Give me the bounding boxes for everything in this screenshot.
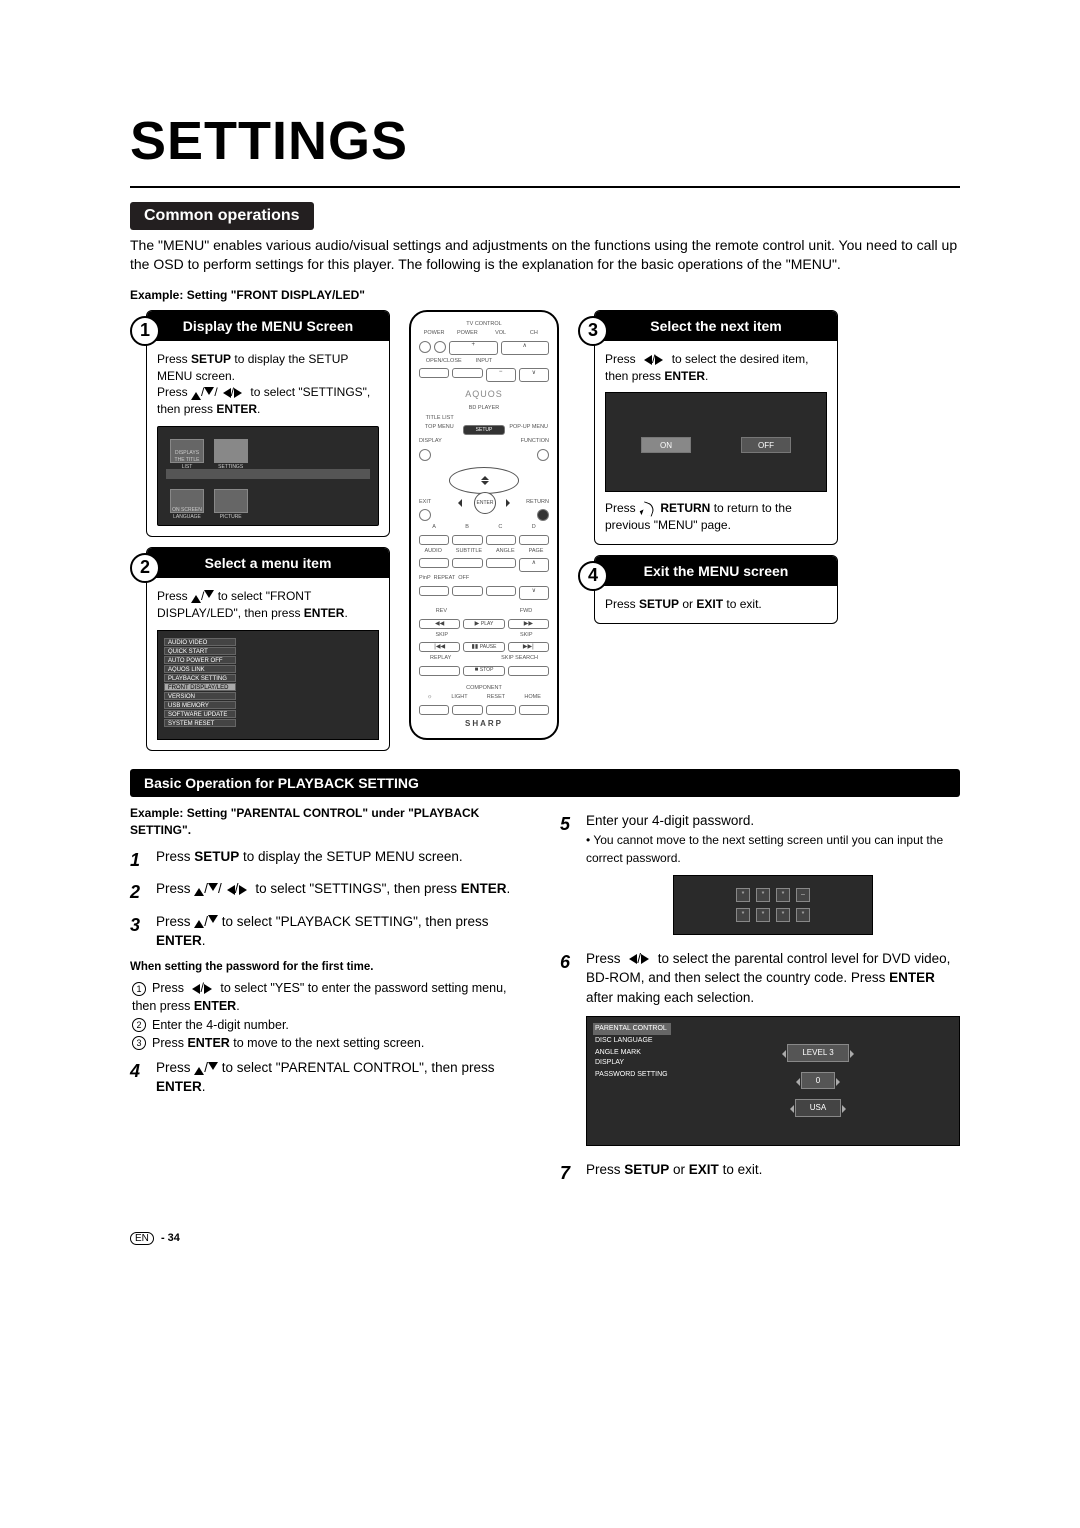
return-icon xyxy=(640,502,655,517)
right-arrow-icon xyxy=(234,388,247,398)
step-3-number: 3 xyxy=(578,316,608,346)
step-4-header: Exit the MENU screen xyxy=(595,556,837,586)
parental-control-screenshot: PARENTAL CONTROLDISC LANGUAGEANGLE MARK … xyxy=(586,1016,960,1146)
enter-button[interactable]: ENTER xyxy=(474,492,496,514)
up-arrow-icon xyxy=(191,590,201,603)
step-2-body: Press / to select "FRONT DISPLAY/LED", t… xyxy=(147,578,389,750)
sharp-logo: SHARP xyxy=(419,719,549,728)
playback-columns: Example: Setting "PARENTAL CONTROL" unde… xyxy=(130,805,960,1192)
common-operations-header: Common operations xyxy=(130,202,314,230)
step-1-header: Display the MENU Screen xyxy=(147,311,389,341)
remote-control-illustration: TV CONTROL POWERPOWERVOLCH +∧ OPEN/CLOSE… xyxy=(409,310,559,740)
steps-layout: 1 Display the MENU Screen Press SETUP to… xyxy=(130,310,960,751)
step-1-number: 1 xyxy=(130,316,160,346)
step-2-screenshot: AUDIO VIDEO SETTINGSQUICK STARTAUTO POWE… xyxy=(157,630,379,740)
step-3-header: Select the next item xyxy=(595,311,837,341)
intro-text: The "MENU" enables various audio/visual … xyxy=(130,236,960,274)
playback-setting-header: Basic Operation for PLAYBACK SETTING xyxy=(130,769,960,797)
step-2-number: 2 xyxy=(130,553,160,583)
title-rule xyxy=(130,186,960,188)
aquos-logo: AQUOS xyxy=(419,389,549,399)
down-arrow-icon xyxy=(204,590,214,603)
step-4-body: Press SETUP or EXIT to exit. xyxy=(595,586,837,623)
step-1-screenshot: DISPLAYS THE TITLE LIST SETTINGS ON SCRE… xyxy=(157,426,379,526)
dpad[interactable]: ENTER xyxy=(449,467,519,494)
up-arrow-icon xyxy=(191,387,201,400)
down-arrow-icon xyxy=(204,387,214,400)
page-title: SETTINGS xyxy=(130,110,960,172)
step-1-body: Press SETUP to display the SETUP MENU sc… xyxy=(147,341,389,536)
right-arrow-icon xyxy=(655,355,668,365)
password-entry-screenshot: ***– **** xyxy=(673,875,873,935)
page-footer: EN - 34 xyxy=(130,1232,960,1244)
left-arrow-icon xyxy=(639,355,652,365)
example-top: Example: Setting "FRONT DISPLAY/LED" xyxy=(130,288,960,302)
first-time-password-note: When setting the password for the first … xyxy=(130,959,530,976)
step-3-body: Press / to select the desired item, then… xyxy=(595,341,837,544)
setup-button[interactable]: SETUP xyxy=(463,425,506,435)
step-2-header: Select a menu item xyxy=(147,548,389,578)
step-3-screenshot: ON OFF xyxy=(605,392,827,492)
step-4-number: 4 xyxy=(578,561,608,591)
left-arrow-icon xyxy=(218,388,231,398)
